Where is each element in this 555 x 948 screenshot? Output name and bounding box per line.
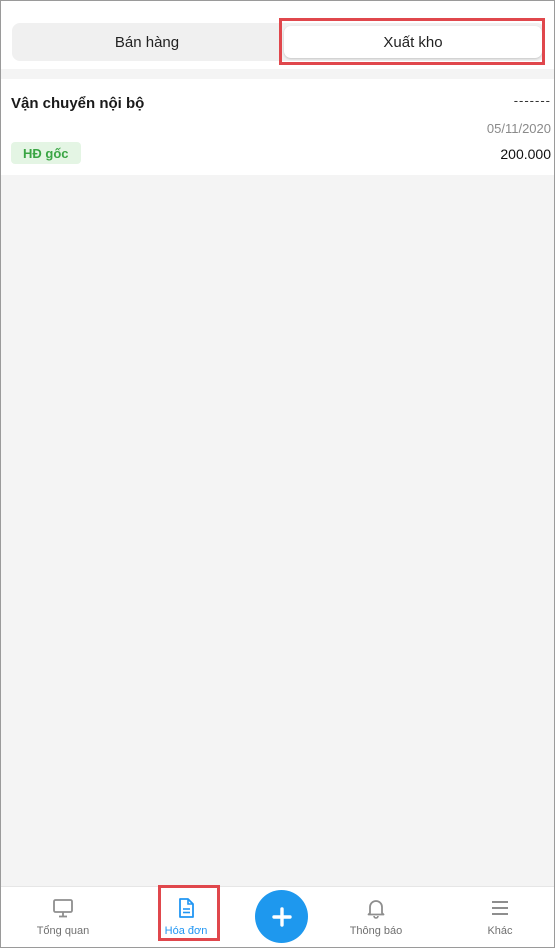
nav-item-overview[interactable]: Tổng quan — [18, 887, 108, 947]
document-icon — [179, 898, 194, 918]
nav-item-more[interactable]: Khác — [455, 887, 545, 947]
status-badge: HĐ gốc — [11, 142, 81, 164]
tab-export[interactable]: Xuất kho — [284, 26, 542, 58]
top-bar: Bán hàng Xuất kho — [1, 1, 554, 69]
segmented-control: Bán hàng Xuất kho — [12, 23, 545, 61]
invoice-date: 05/11/2020 — [486, 121, 551, 136]
monitor-icon — [53, 899, 73, 918]
tab-sales[interactable]: Bán hàng — [15, 26, 279, 58]
app-screen: Bán hàng Xuất kho Vận chuyển nội bộ ----… — [0, 0, 555, 948]
invoice-code: ------- — [513, 93, 551, 108]
add-button[interactable] — [255, 890, 308, 943]
bell-icon — [367, 900, 385, 919]
invoice-title: Vận chuyển nội bộ — [11, 95, 145, 112]
nav-label-invoice: Hóa đơn — [164, 925, 208, 937]
nav-label-overview: Tổng quan — [36, 925, 90, 937]
nav-item-notifications[interactable]: Thông báo — [331, 887, 421, 947]
nav-item-invoice[interactable]: Hóa đơn — [141, 887, 231, 947]
menu-icon — [492, 901, 508, 915]
nav-label-notifications: Thông báo — [349, 925, 403, 937]
invoice-card[interactable]: Vận chuyển nội bộ ------- 05/11/2020 HĐ … — [1, 79, 554, 175]
nav-label-more: Khác — [487, 925, 513, 937]
invoice-amount: 200.000 — [500, 146, 551, 162]
plus-icon — [271, 906, 292, 927]
